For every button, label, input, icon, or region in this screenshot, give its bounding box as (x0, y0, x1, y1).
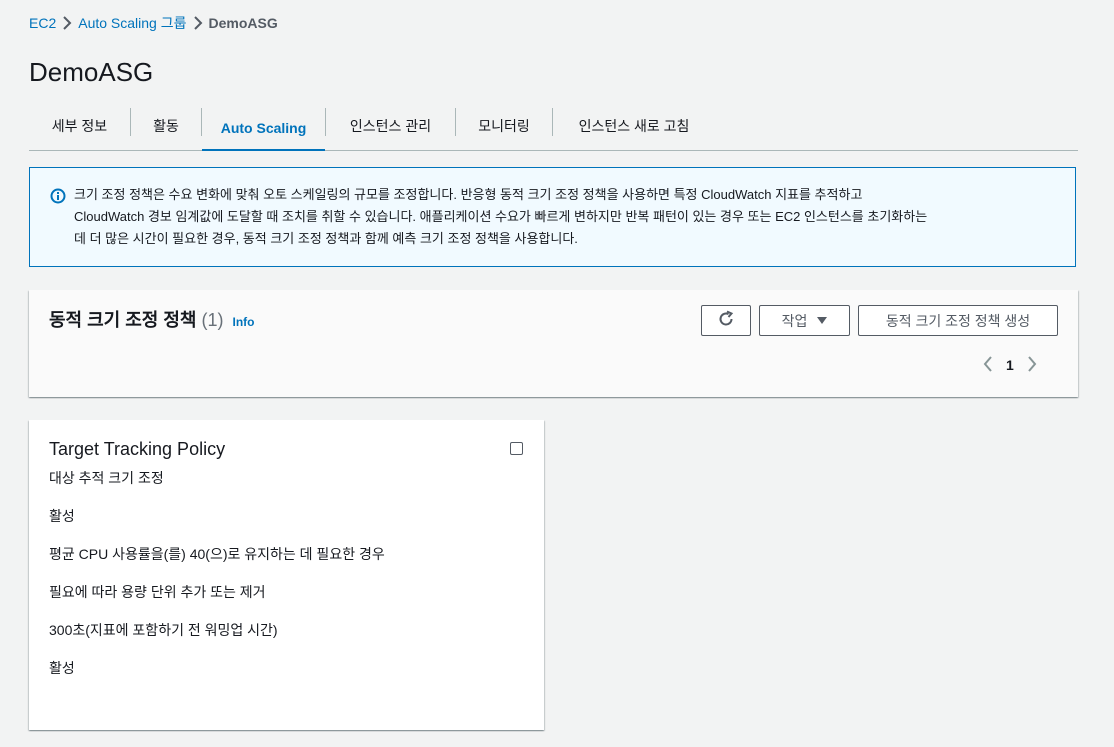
policy-warmup: 300초(지표에 포함하기 전 워밍업 시간) (49, 622, 278, 638)
breadcrumb-current: DemoASG (208, 15, 278, 31)
page-title: DemoASG (29, 57, 154, 87)
policy-name: Target Tracking Policy (49, 439, 226, 459)
tab-monitoring[interactable]: 모니터링 (456, 104, 552, 148)
policy-card: Target Tracking Policy 대상 추적 크기 조정 활성 평균… (29, 420, 544, 730)
breadcrumb-link-asg[interactable]: Auto Scaling 그룹 (78, 13, 186, 33)
policy-type: 대상 추적 크기 조정 (49, 470, 164, 486)
info-alert-line: 크기 조정 정책은 수요 변화에 맞춰 오토 스케일링의 규모를 조정합니다. … (74, 187, 863, 202)
tab-instance-management[interactable]: 인스턴스 관리 (326, 104, 455, 148)
info-alert-line: 데 더 많은 시간이 필요한 경우, 동적 크기 조정 정책과 함께 예측 크기… (74, 231, 578, 246)
breadcrumb-link-ec2[interactable]: EC2 (29, 15, 56, 31)
refresh-button[interactable] (701, 305, 751, 336)
policy-count: (1) (201, 310, 224, 330)
refresh-icon (717, 310, 735, 331)
tab-activity[interactable]: 활동 (131, 104, 201, 148)
actions-label: 작업 (781, 312, 808, 329)
actions-dropdown-button[interactable]: 작업 (759, 305, 850, 336)
chevron-left-icon[interactable] (983, 355, 993, 375)
policy-status: 활성 (49, 508, 75, 524)
info-circle-icon (50, 188, 66, 209)
breadcrumb: EC2 Auto Scaling 그룹 DemoASG (29, 14, 278, 32)
policy-select-checkbox[interactable] (510, 442, 523, 455)
chevron-right-icon (187, 15, 209, 31)
policy-target: 평균 CPU 사용률을(를) 40(으)로 유지하는 데 필요한 경우 (49, 546, 385, 562)
caret-down-icon (817, 317, 828, 324)
policy-scale-in: 활성 (49, 660, 75, 676)
chevron-right-icon (56, 15, 78, 31)
tab-bar: 세부 정보 활동 Auto Scaling 인스턴스 관리 모니터링 인스턴스 … (29, 104, 1078, 151)
tab-auto-scaling[interactable]: Auto Scaling (202, 106, 325, 151)
info-link[interactable]: Info (232, 310, 254, 334)
create-dynamic-policy-button[interactable]: 동적 크기 조정 정책 생성 (858, 305, 1058, 336)
page-number[interactable]: 1 (1006, 357, 1014, 373)
panel-header: 동적 크기 조정 정책 (1) Info (49, 308, 254, 334)
dynamic-scaling-policies-panel: 동적 크기 조정 정책 (1) Info 작업 동적 크기 조정 정책 생성 1 (29, 290, 1078, 397)
tab-instance-refresh[interactable]: 인스턴스 새로 고침 (553, 104, 715, 148)
policy-action: 필요에 따라 용량 단위 추가 또는 제거 (49, 584, 266, 600)
panel-title: 동적 크기 조정 정책 (49, 310, 197, 330)
tab-details[interactable]: 세부 정보 (29, 104, 130, 148)
info-alert-line: CloudWatch 경보 임계값에 도달할 때 조치를 취할 수 있습니다. … (74, 209, 928, 224)
chevron-right-icon[interactable] (1027, 355, 1037, 375)
pagination: 1 (983, 353, 1037, 377)
info-alert: 크기 조정 정책은 수요 변화에 맞춰 오토 스케일링의 규모를 조정합니다. … (29, 167, 1076, 267)
info-alert-text: 크기 조정 정책은 수요 변화에 맞춰 오토 스케일링의 규모를 조정합니다. … (74, 184, 1059, 250)
